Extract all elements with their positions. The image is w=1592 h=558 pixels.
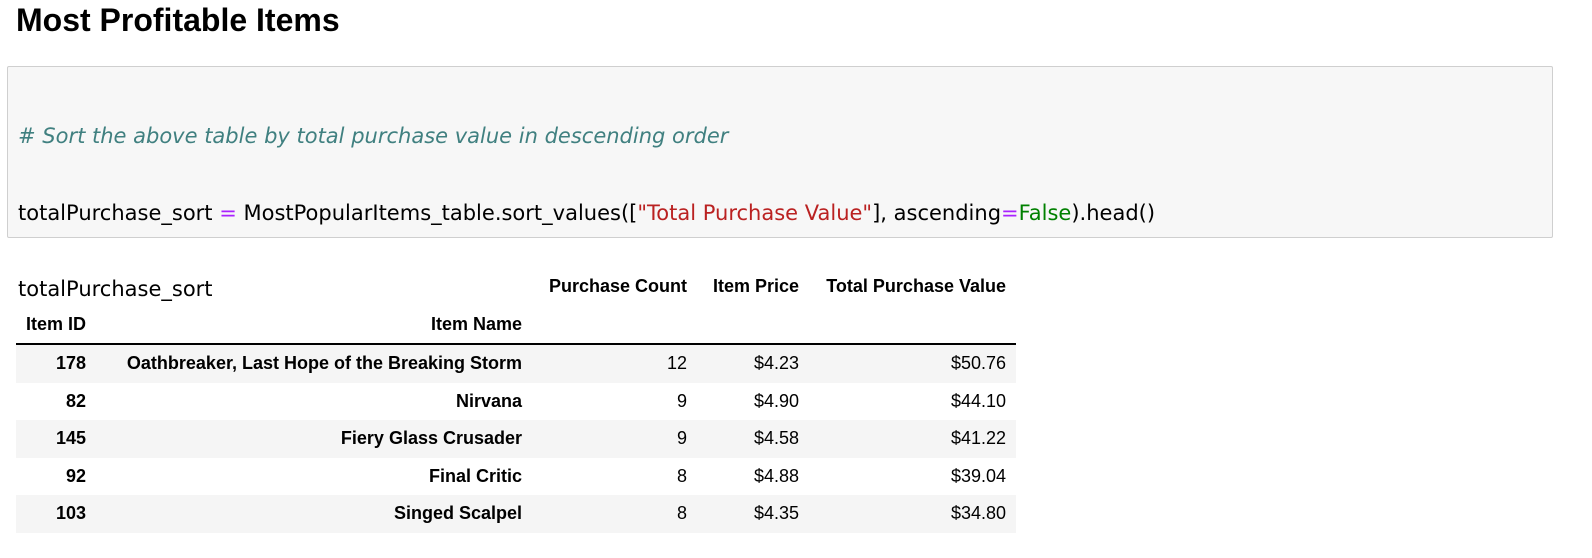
blank-header-cell: [532, 305, 698, 345]
code-keyword: False: [1018, 200, 1072, 225]
table-row: 103 Singed Scalpel 8 $4.35 $34.80: [16, 495, 1017, 533]
code-text: ).head(): [1071, 200, 1156, 225]
blank-header-cell: [809, 305, 1017, 345]
code-string: "Total Purchase Value": [637, 200, 873, 225]
total-purchase-value-cell: $50.76: [950, 353, 1007, 374]
code-comment: # Sort the above table by total purchase…: [18, 124, 729, 148]
item-id-cell: 92: [65, 465, 87, 486]
purchase-count-cell: 9: [677, 390, 688, 411]
code-text: MostPopularItems_table.sort_values([: [236, 200, 638, 225]
item-price-cell: $4.88: [753, 465, 800, 486]
item-id-cell: 82: [65, 390, 87, 411]
total-purchase-value-cell: $34.80: [950, 503, 1007, 524]
column-header: Total Purchase Value: [826, 276, 1007, 297]
purchase-count-cell: 9: [677, 428, 688, 449]
item-name-cell: Oathbreaker, Last Hope of the Breaking S…: [126, 353, 523, 374]
code-text: ], ascending: [872, 200, 1002, 225]
item-price-cell: $4.35: [753, 503, 800, 524]
code-text: totalPurchase_sort: [18, 200, 220, 225]
blank-header-cell: [697, 305, 810, 345]
code-operator: =: [219, 200, 237, 225]
section-heading: Most Profitable Items: [16, 2, 340, 38]
code-operator: =: [1001, 200, 1019, 225]
index-header: Item Name: [96, 305, 533, 345]
item-id-cell: 178: [55, 353, 87, 374]
code-line-2: totalPurchase_sort = MostPopularItems_ta…: [18, 201, 1542, 227]
code-cell[interactable]: # Sort the above table by total purchase…: [7, 66, 1553, 531]
total-purchase-value-cell: $39.04: [950, 465, 1007, 486]
item-id-cell: 103: [55, 503, 87, 524]
blank-header-cell: [16, 268, 96, 306]
index-header: Item ID: [16, 305, 97, 345]
dataframe-table: Purchase Count Item Price Total Purchase…: [16, 268, 1017, 533]
blank-header-cell: [96, 268, 532, 306]
total-purchase-value-cell: $44.10: [950, 390, 1007, 411]
total-purchase-value-cell: $41.22: [950, 428, 1007, 449]
table-row: 92 Final Critic 8 $4.88 $39.04: [16, 458, 1016, 496]
item-price-cell: $4.90: [753, 390, 800, 411]
table-row: 178 Oathbreaker, Last Hope of the Breaki…: [16, 344, 1017, 383]
column-header: Item Price: [712, 276, 800, 297]
purchase-count-cell: 8: [677, 503, 688, 524]
code-line-1: # Sort the above table by total purchase…: [18, 124, 1542, 150]
purchase-count-cell: 12: [666, 353, 688, 374]
purchase-count-cell: 8: [677, 465, 688, 486]
item-price-cell: $4.58: [753, 428, 800, 449]
table-row: 145 Fiery Glass Crusader 9 $4.58 $41.22: [16, 420, 1017, 458]
item-name-cell: Fiery Glass Crusader: [340, 428, 523, 449]
item-name-cell: Nirvana: [455, 390, 523, 411]
item-name-cell: Singed Scalpel: [393, 503, 523, 524]
column-header: Purchase Count: [548, 276, 688, 297]
index-header-row: Item ID Item Name: [16, 305, 1017, 345]
table-row: 82 Nirvana 9 $4.90 $44.10: [16, 383, 1016, 421]
item-name-cell: Final Critic: [429, 465, 523, 486]
column-header-row: Purchase Count Item Price Total Purchase…: [16, 268, 1016, 306]
item-id-cell: 145: [55, 428, 87, 449]
item-price-cell: $4.23: [753, 353, 800, 374]
